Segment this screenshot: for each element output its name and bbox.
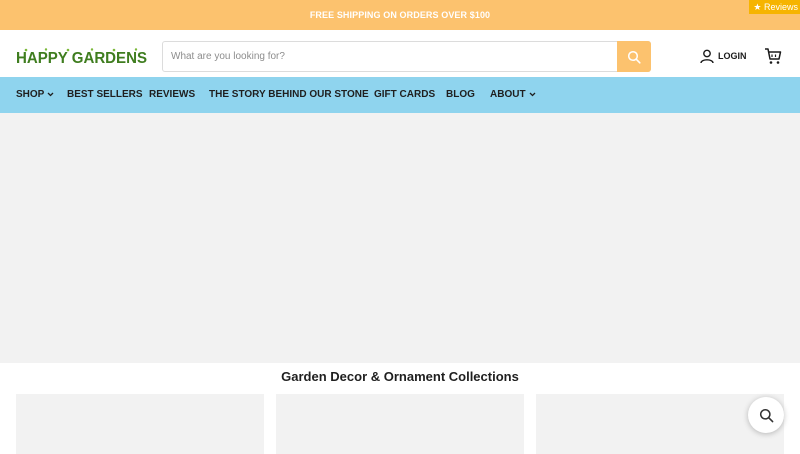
collection-card[interactable] [536, 394, 784, 454]
reviews-tab[interactable]: ★ Reviews [749, 0, 800, 14]
search-button[interactable] [617, 41, 651, 72]
nav-item-label: GIFT CARDS [374, 89, 436, 100]
nav-item-best-sellers[interactable]: BEST SELLERS [67, 77, 143, 113]
chevron-down-icon [47, 92, 54, 97]
logo-wordmark: HAPPY GARDENS [16, 48, 147, 67]
cart-icon [765, 48, 782, 64]
nav-item-about[interactable]: ABOUT [490, 77, 536, 113]
nav-item-label: BEST SELLERS [67, 89, 143, 100]
floating-search-button[interactable] [748, 397, 784, 433]
main-nav: SHOP BEST SELLERS REVIEWS THE STORY BEHI… [0, 77, 800, 113]
collection-card[interactable] [276, 394, 524, 454]
nav-item-gift-cards[interactable]: GIFT CARDS [374, 77, 435, 113]
search-icon [627, 50, 641, 64]
search-icon [759, 408, 773, 422]
announcement-bar: FREE SHIPPING ON ORDERS OVER $100 [0, 0, 800, 30]
nav-item-shop[interactable]: SHOP [16, 77, 54, 113]
nav-item-label: REVIEWS [149, 89, 196, 100]
nav-item-label: BLOG [446, 89, 475, 100]
nav-item-reviews[interactable]: REVIEWS [149, 77, 195, 113]
login-link[interactable]: LOGIN [700, 48, 747, 64]
hero-banner[interactable] [0, 113, 800, 363]
search-bar [162, 41, 651, 72]
collection-card[interactable] [16, 394, 264, 454]
login-label: LOGIN [718, 51, 747, 61]
nav-item-label: ABOUT [490, 89, 526, 100]
announcement-text: FREE SHIPPING ON ORDERS OVER $100 [309, 10, 491, 20]
search-input[interactable] [171, 42, 611, 71]
chevron-down-icon [529, 92, 536, 97]
user-icon [700, 49, 714, 63]
nav-item-label: SHOP [16, 89, 45, 100]
collections-title: Garden Decor & Ornament Collections [281, 369, 519, 384]
nav-item-story[interactable]: THE STORY BEHIND OUR STONE [209, 77, 369, 113]
svg-text:HAPPY GARDENS: HAPPY GARDENS [16, 50, 147, 66]
cart-button[interactable] [764, 47, 782, 65]
logo[interactable]: HAPPY GARDENS [16, 48, 148, 67]
nav-item-blog[interactable]: BLOG [446, 77, 475, 113]
nav-item-label: THE STORY BEHIND OUR STONE [209, 89, 369, 100]
